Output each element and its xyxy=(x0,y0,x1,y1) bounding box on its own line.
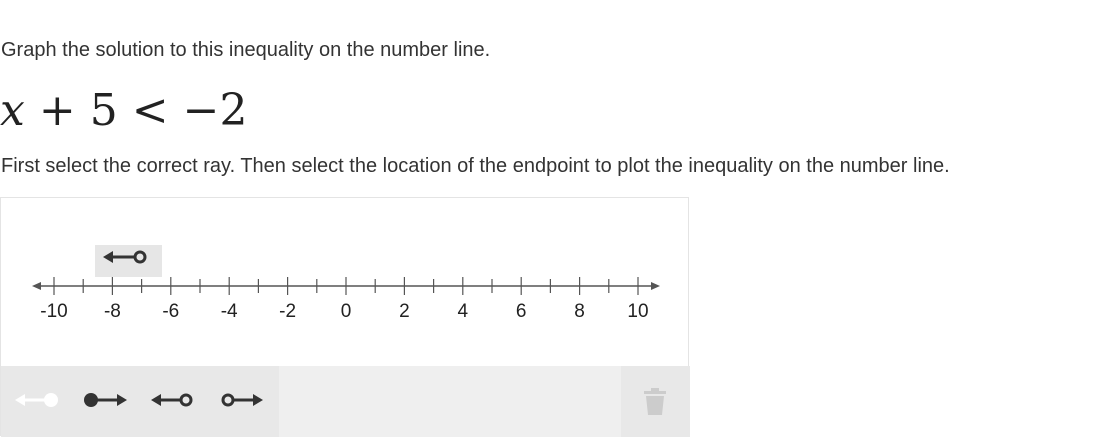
tick-label: 8 xyxy=(574,301,585,322)
equation-relation: < xyxy=(131,84,169,136)
tick-label: 2 xyxy=(399,301,410,322)
instruction-text: First select the correct ray. Then selec… xyxy=(1,155,950,177)
tool-ray-left-open[interactable] xyxy=(140,368,206,432)
tick-label: -4 xyxy=(221,301,238,322)
number-line-svg[interactable]: -10 -8 -6 -4 -2 0 2 4 6 8 10 xyxy=(1,198,690,366)
tick-label: 0 xyxy=(341,301,352,322)
inequality-equation: x + 5 < −2 xyxy=(0,82,247,138)
tick-label: -6 xyxy=(162,301,179,322)
trash-icon xyxy=(644,388,666,415)
equation-constant: 5 xyxy=(89,84,118,136)
axis-right-arrow xyxy=(651,282,660,290)
question-prompt: Graph the solution to this inequality on… xyxy=(1,39,491,61)
ray-right-open-icon xyxy=(221,393,263,407)
equation-plus: + xyxy=(38,84,76,136)
ray-toolbar xyxy=(1,366,690,437)
tick-label: 10 xyxy=(627,301,648,322)
delete-button[interactable] xyxy=(633,380,677,424)
axis-left-arrow xyxy=(32,282,41,290)
tool-ray-right-closed[interactable] xyxy=(72,368,138,432)
number-line-plot[interactable]: -10 -8 -6 -4 -2 0 2 4 6 8 10 xyxy=(1,198,690,366)
tick-label: 4 xyxy=(458,301,469,322)
pending-ray-endpoint xyxy=(133,250,147,264)
pending-ray-box xyxy=(95,245,162,277)
tick-label: 6 xyxy=(516,301,527,322)
tick-label: -8 xyxy=(104,301,121,322)
equation-rhs: −2 xyxy=(182,84,248,136)
tool-ray-right-open[interactable] xyxy=(208,368,274,432)
tick-label: -10 xyxy=(40,301,67,322)
ray-left-closed-icon xyxy=(15,393,58,407)
tool-ray-left-closed[interactable] xyxy=(4,368,70,432)
ray-right-closed-icon xyxy=(84,393,127,407)
number-line-widget: -10 -8 -6 -4 -2 0 2 4 6 8 10 xyxy=(0,197,690,437)
equation-variable: x xyxy=(0,84,25,136)
toolbar-spacer xyxy=(279,366,621,437)
ray-left-open-icon xyxy=(151,393,193,407)
tick-label: -2 xyxy=(279,301,296,322)
